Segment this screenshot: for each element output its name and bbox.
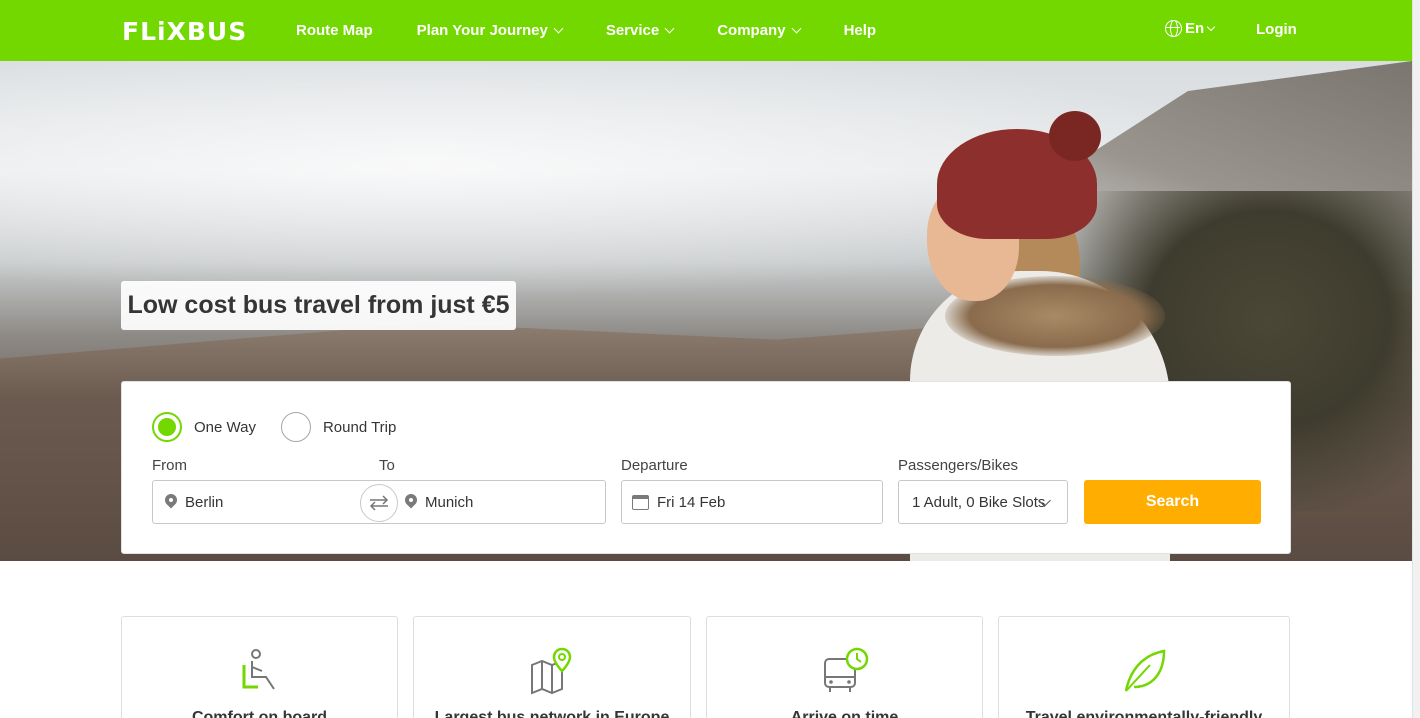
flixbus-logo[interactable]: FLiXBUS — [122, 16, 247, 46]
location-pin-icon — [405, 494, 417, 510]
chevron-down-icon — [791, 23, 802, 34]
scrollbar[interactable] — [1412, 0, 1420, 718]
chevron-down-icon — [664, 23, 675, 34]
passengers-value: 1 Adult, 0 Bike Slots — [912, 493, 1046, 511]
to-label: To — [379, 457, 395, 474]
from-value: Berlin — [185, 493, 224, 511]
location-pin-icon — [165, 494, 177, 510]
departure-date-input[interactable]: Fri 14 Feb — [621, 480, 883, 524]
search-button[interactable]: Search — [1084, 480, 1261, 524]
login-link[interactable]: Login — [1256, 21, 1297, 38]
language-selector[interactable]: En — [1165, 20, 1216, 37]
round-trip-radio[interactable] — [280, 412, 311, 442]
feature-card-comfort: Comfort on board — [121, 616, 398, 718]
feature-card-eco: Travel environmentally-friendly — [998, 616, 1290, 718]
to-input[interactable]: Munich — [393, 494, 473, 511]
departure-label: Departure — [621, 457, 688, 474]
feature-title: Arrive on time — [790, 709, 899, 718]
nav-plan-your-journey[interactable]: Plan Your Journey — [416, 22, 564, 39]
nav-service[interactable]: Service — [605, 22, 675, 39]
feature-title: Comfort on board — [191, 709, 328, 718]
feature-card-network: Largest bus network in Europe — [413, 616, 691, 718]
passengers-label: Passengers/Bikes — [898, 457, 1019, 474]
round-trip-label[interactable]: Round Trip — [323, 419, 396, 436]
swap-route-button[interactable] — [360, 484, 398, 522]
chevron-down-icon — [1206, 22, 1216, 31]
chevron-down-icon — [553, 23, 564, 34]
search-panel: One Way Round Trip From To Departure Pas… — [121, 381, 1291, 554]
nav-service-label: Service — [605, 22, 660, 39]
from-label: From — [152, 457, 187, 474]
from-input[interactable]: Berlin — [153, 494, 379, 511]
feature-title: Largest bus network in Europe — [434, 709, 670, 718]
passengers-select[interactable]: 1 Adult, 0 Bike Slots — [898, 480, 1068, 524]
nav-route-map[interactable]: Route Map — [296, 22, 373, 39]
language-label: En — [1185, 20, 1205, 37]
feature-title: Travel environmentally-friendly — [1025, 709, 1263, 718]
leaf-icon — [1124, 649, 1166, 692]
logo-text: FLiXBUS — [122, 16, 248, 46]
feature-card-on-time: Arrive on time — [706, 616, 983, 718]
bus-clock-icon — [823, 647, 868, 692]
top-navbar: FLiXBUS Route Map Plan Your Journey Serv… — [0, 0, 1412, 61]
map-pin-icon — [531, 647, 572, 695]
to-value: Munich — [425, 493, 474, 511]
trip-type-selector: One Way Round Trip — [152, 412, 421, 442]
one-way-label[interactable]: One Way — [194, 419, 256, 436]
nav-company-label: Company — [717, 22, 786, 39]
one-way-radio[interactable] — [152, 412, 182, 442]
nav-plan-your-journey-label: Plan Your Journey — [416, 22, 548, 39]
globe-icon — [1165, 20, 1182, 37]
nav-route-map-label: Route Map — [296, 22, 373, 39]
nav-company[interactable]: Company — [717, 22, 802, 39]
seat-icon — [242, 649, 275, 690]
swap-arrows-icon — [369, 495, 389, 511]
nav-help[interactable]: Help — [844, 22, 877, 39]
hero-headline: Low cost bus travel from just €5 — [127, 291, 510, 319]
main-nav: Route Map Plan Your Journey Service Comp… — [296, 0, 920, 61]
hero-headline-box: Low cost bus travel from just €5 — [121, 281, 516, 330]
departure-value: Fri 14 Feb — [657, 493, 726, 511]
nav-help-label: Help — [843, 22, 877, 39]
calendar-icon — [632, 494, 649, 510]
